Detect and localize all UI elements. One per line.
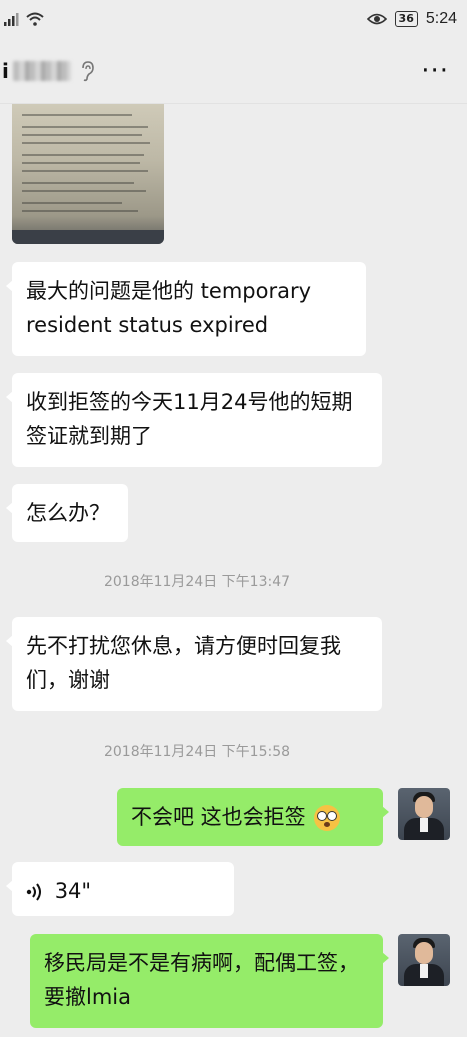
image-text-line [22,170,148,172]
battery-indicator: 36 [394,11,418,27]
message-bubble-incoming[interactable]: 最大的问题是他的 temporary resident status expir… [6,262,366,356]
image-text-line [22,142,150,144]
message-bubble-incoming[interactable]: 先不打扰您休息，请方便时回复我们，谢谢 [6,617,382,711]
chat-header: i ··· [0,38,467,104]
status-left [4,12,44,26]
message-timestamp: 2018年11月24日 下午15:58 [103,744,291,760]
contact-name-redacted [12,60,71,81]
message-text: 收到拒签的今天11月24号他的短期签证就到期了 [26,390,353,448]
flushed-face-emoji-icon [314,805,341,831]
wifi-icon [26,12,44,26]
signal-icon [4,13,19,26]
more-options-icon[interactable]: ··· [421,58,449,84]
image-taskbar [12,230,164,244]
status-bar: 36 5:24 [0,0,467,38]
eye-comfort-icon [366,13,387,25]
image-text-line [22,202,122,204]
image-text-line [22,190,146,192]
message-bubble-outgoing[interactable]: 移民局是不是有病啊，配偶工签，要撤lmia [30,934,389,1028]
message-bubble-outgoing[interactable]: 不会吧 这也会拒签 [117,788,389,846]
image-text-line [22,134,142,136]
message-bubble-incoming[interactable]: 收到拒签的今天11月24号他的短期签证就到期了 [6,373,382,467]
image-text-line [22,182,134,184]
message-text: 先不打扰您休息，请方便时回复我们，谢谢 [26,634,341,692]
status-right: 36 5:24 [366,10,457,28]
earpiece-mode-icon [82,60,94,81]
message-bubble-incoming[interactable]: 怎么办？ [6,484,128,542]
my-avatar[interactable] [398,788,450,840]
clock-time: 5:24 [425,10,457,27]
voice-message-bubble[interactable]: 34" [6,862,234,916]
image-text-line [22,114,132,116]
image-text-line [22,154,144,156]
voice-duration: 34" [54,879,92,903]
contact-name[interactable]: i [2,59,9,83]
message-text: 怎么办？ [26,501,110,525]
image-text-line [22,210,138,212]
message-text: 不会吧 这也会拒签 [131,805,306,829]
image-text-line [22,162,140,164]
voice-playback-icon [26,883,41,901]
message-text: 最大的问题是他的 temporary resident status expir… [26,279,312,337]
message-text: 移民局是不是有病啊，配偶工签，要撤lmia [44,951,359,1009]
my-avatar[interactable] [398,934,450,986]
image-text-line [22,126,148,128]
message-timestamp: 2018年11月24日 下午13:47 [103,574,291,590]
received-image[interactable] [12,104,164,244]
